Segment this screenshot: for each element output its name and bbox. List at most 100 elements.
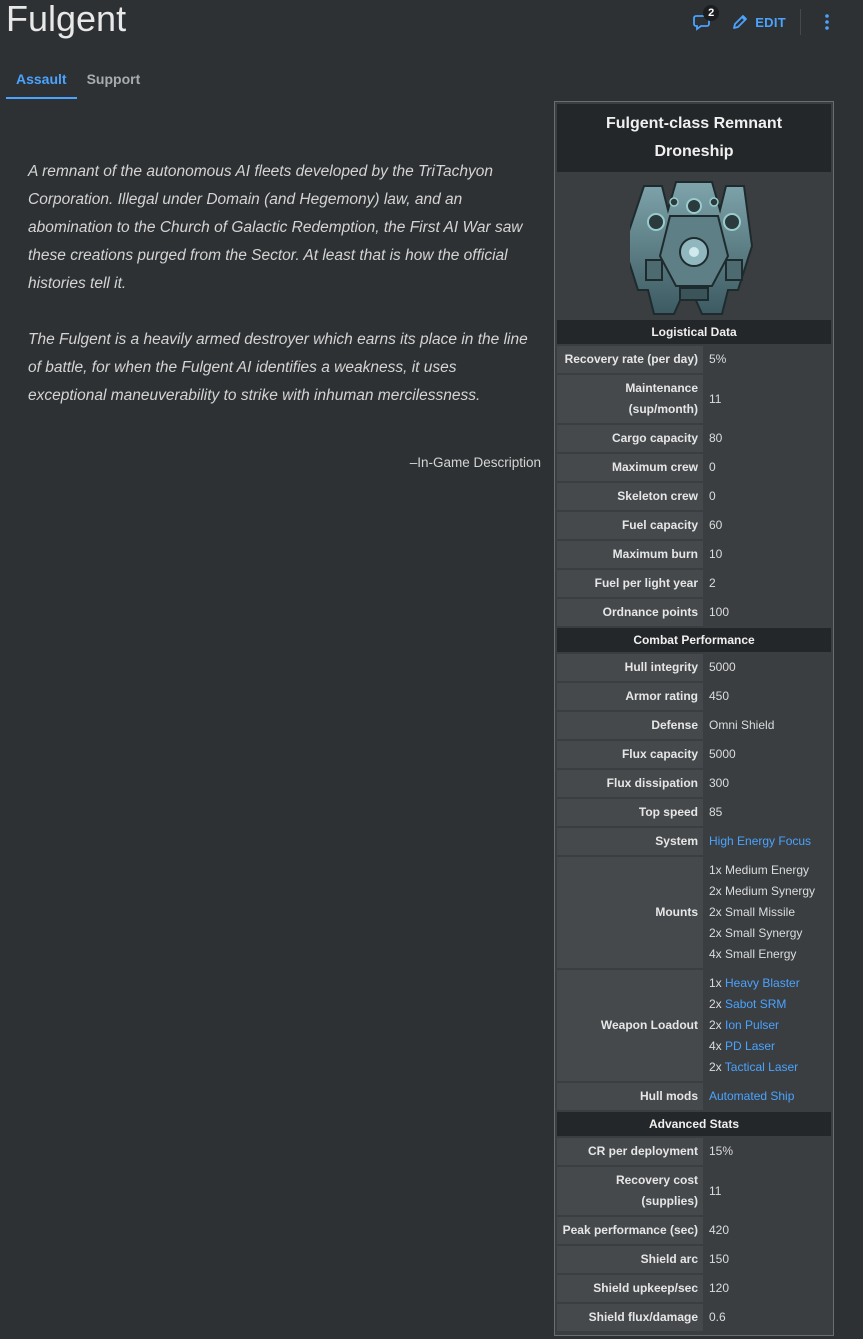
quantity-prefix: 2x [709, 997, 726, 1011]
stat-row-weapon-loadout: Weapon Loadout 1x Heavy Blaster 2x Sabot S… [557, 970, 831, 1081]
section-heading-advanced-stats: Advanced Stats [557, 1112, 831, 1136]
stat-label: Maximum burn [557, 541, 703, 568]
weapon-link-tactical-laser[interactable]: Tactical Laser [725, 1060, 798, 1074]
stat-value: 450 [709, 689, 730, 703]
stat-value: 300 [709, 776, 730, 790]
stat-row-flux-capacity: Flux capacity 5000 [557, 741, 831, 768]
weapon-link-ion-pulser[interactable]: Ion Pulser [725, 1018, 779, 1032]
section-heading-combat-performance: Combat Performance [557, 628, 831, 652]
stat-value-line: 2x Ion Pulser [709, 1015, 800, 1036]
stat-value-line: 1x Heavy Blaster [709, 973, 800, 994]
stat-label: Peak performance (sec) [557, 1217, 703, 1244]
ship-infobox: Fulgent-class Remnant Droneship Logistic… [554, 101, 834, 1336]
stat-row-recovery-rate-per-day: Recovery rate (per day) 5% [557, 346, 831, 373]
stat-label: Mounts [557, 857, 703, 968]
in-game-description: A remnant of the autonomous AI fleets de… [28, 158, 528, 410]
stat-value-line: 2x Sabot SRM [709, 994, 800, 1015]
stat-label: Top speed [557, 799, 703, 826]
stat-label: Flux capacity [557, 741, 703, 768]
stat-label: Ordnance points [557, 599, 703, 626]
stat-label: Maintenance (sup/month) [557, 375, 703, 423]
edit-button[interactable]: EDIT [731, 13, 786, 31]
stat-value: Automated Ship [703, 1083, 831, 1110]
stat-row-skeleton-crew: Skeleton crew 0 [557, 483, 831, 510]
quantity-prefix: 4x [709, 1039, 726, 1053]
stat-value-line: 2x Small Missile [709, 905, 796, 919]
stat-value: 0.6 [709, 1310, 726, 1324]
stat-value: 85 [709, 805, 723, 819]
stat-label: Fuel capacity [557, 512, 703, 539]
weapon-link-sabot-srm[interactable]: Sabot SRM [725, 997, 786, 1011]
stat-label: Shield flux/damage [557, 1304, 703, 1331]
stat-value-line: 2x Tactical Laser [709, 1057, 800, 1078]
stat-label: Shield upkeep/sec [557, 1275, 703, 1302]
stat-label: Hull integrity [557, 654, 703, 681]
section-heading-logistical-data: Logistical Data [557, 320, 831, 344]
description-paragraph: The Fulgent is a heavily armed destroyer… [28, 331, 528, 404]
stat-value: 2 [709, 576, 716, 590]
stat-value: 1x Heavy Blaster 2x Sabot SRM 2x Ion Pulse… [703, 970, 831, 1081]
stat-label: System [557, 828, 703, 855]
stat-row-maximum-crew: Maximum crew 0 [557, 454, 831, 481]
tab-bar: Assault Support [6, 64, 150, 99]
stat-label: Flux dissipation [557, 770, 703, 797]
stat-row-fuel-capacity: Fuel capacity 60 [557, 512, 831, 539]
quantity-prefix: 1x [709, 976, 726, 990]
stat-value-list: 1x Medium Energy 2x Medium Synergy 2x Smal… [709, 860, 815, 965]
stat-row-shield-upkeep-sec: Shield upkeep/sec 120 [557, 1275, 831, 1302]
stat-value: 10 [709, 547, 723, 561]
stat-label: Hull mods [557, 1083, 703, 1110]
stat-row-peak-performance-sec: Peak performance (sec) 420 [557, 1217, 831, 1244]
stat-row-cargo-capacity: Cargo capacity 80 [557, 425, 831, 452]
infobox-sections: Logistical Data Recovery rate (per day) 5%… [557, 320, 831, 1331]
stat-value: 0 [709, 489, 716, 503]
stat-row-armor-rating: Armor rating 450 [557, 683, 831, 710]
description-paragraph: A remnant of the autonomous AI fleets de… [28, 163, 523, 292]
weapon-link-pd-laser[interactable]: PD Laser [725, 1039, 775, 1053]
stat-value: 15% [709, 1144, 734, 1158]
stat-value: 11 [709, 1183, 722, 1198]
stat-value: 80 [709, 431, 723, 445]
talk-count-badge: 2 [703, 5, 720, 21]
stat-value: 5000 [709, 660, 736, 674]
stat-value: High Energy Focus [703, 828, 831, 855]
stat-value-line: 4x Small Energy [709, 947, 797, 961]
edit-label: EDIT [755, 14, 786, 30]
tab-support[interactable]: Support [77, 64, 151, 99]
more-options-button[interactable] [815, 8, 839, 36]
stat-value: 120 [709, 1281, 730, 1295]
stat-label: CR per deployment [557, 1138, 703, 1165]
stat-value: 420 [709, 1223, 730, 1237]
stat-value-list: 1x Heavy Blaster 2x Sabot SRM 2x Ion Pulse… [709, 973, 800, 1078]
kebab-menu-icon [825, 14, 829, 30]
stat-row-maximum-burn: Maximum burn 10 [557, 541, 831, 568]
page-actions: 2 EDIT [689, 5, 839, 36]
stat-row-fuel-per-light-year: Fuel per light year 2 [557, 570, 831, 597]
stat-row-hull-integrity: Hull integrity 5000 [557, 654, 831, 681]
description-source: –In-Game Description [409, 455, 541, 470]
stat-label: Cargo capacity [557, 425, 703, 452]
quantity-prefix: 2x [709, 1018, 726, 1032]
system-link[interactable]: High Energy Focus [709, 831, 811, 852]
tab-assault[interactable]: Assault [6, 64, 77, 99]
stat-label: Skeleton crew [557, 483, 703, 510]
stat-row-system: System High Energy Focus [557, 828, 831, 855]
hull-mods-link[interactable]: Automated Ship [709, 1086, 794, 1107]
stat-row-defense: Defense Omni Shield [557, 712, 831, 739]
stat-value-line: 1x Medium Energy [709, 863, 810, 877]
actions-divider [800, 9, 801, 35]
stat-row-cr-per-deployment: CR per deployment 15% [557, 1138, 831, 1165]
stat-value-line: 2x Medium Synergy [709, 884, 816, 898]
stat-label: Recovery rate (per day) [557, 346, 703, 373]
weapon-link-heavy-blaster[interactable]: Heavy Blaster [725, 976, 800, 990]
stat-row-shield-flux-damage: Shield flux/damage 0.6 [557, 1304, 831, 1331]
stat-row-ordnance-points: Ordnance points 100 [557, 599, 831, 626]
stat-row-maintenance-sup-month: Maintenance (sup/month) 11 [557, 375, 831, 423]
stat-value: Omni Shield [709, 718, 775, 732]
stat-value-line: 2x Small Synergy [709, 926, 803, 940]
stat-value-line: 4x PD Laser [709, 1036, 800, 1057]
talk-button[interactable]: 2 [689, 5, 720, 36]
stat-value: 0 [709, 460, 716, 474]
stat-value: 11 [709, 391, 722, 406]
stat-row-recovery-cost-supplies: Recovery cost (supplies) 11 [557, 1167, 831, 1215]
